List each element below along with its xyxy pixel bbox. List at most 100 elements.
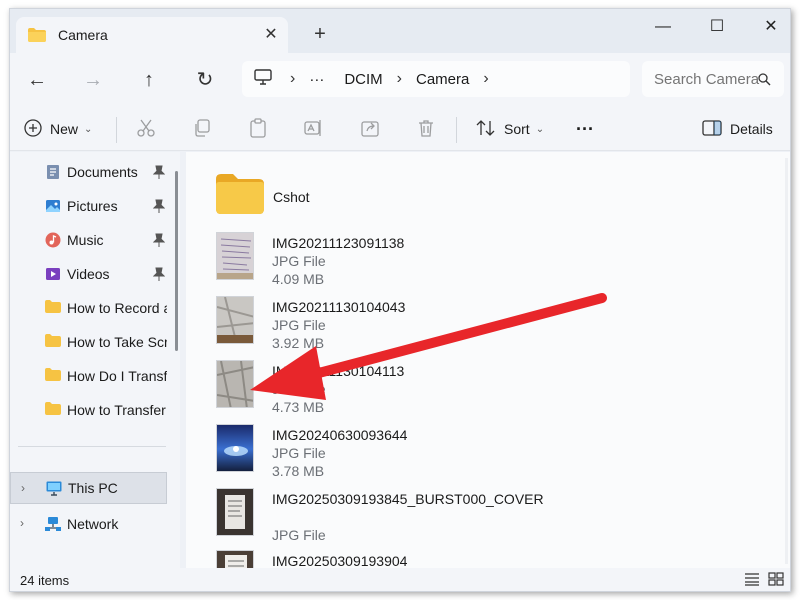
- sidebar-item-folder[interactable]: How to Record a: [10, 292, 167, 324]
- back-button[interactable]: ←: [22, 65, 52, 95]
- rename-button[interactable]: [304, 115, 324, 143]
- chevron-right-icon[interactable]: ›: [20, 516, 24, 530]
- new-button[interactable]: New ⌄: [24, 115, 92, 143]
- forward-button[interactable]: →: [78, 65, 108, 95]
- status-bar: 24 items: [10, 568, 790, 591]
- file-name: IMG20211123091138: [272, 235, 405, 251]
- sidebar-scrollbar[interactable]: [175, 171, 178, 351]
- breadcrumb-separator[interactable]: ›: [290, 70, 295, 88]
- folder-icon: [45, 300, 61, 316]
- sidebar-item-label: How Do I Transfe: [67, 368, 167, 384]
- sidebar-item-label: Pictures: [67, 198, 118, 214]
- list-item-folder[interactable]: Cshot: [216, 174, 476, 216]
- sidebar-item-network[interactable]: › Network: [10, 508, 167, 540]
- maximize-button[interactable]: ☐: [694, 13, 740, 41]
- videos-icon: [45, 266, 61, 282]
- breadcrumb-camera[interactable]: Camera: [416, 71, 469, 88]
- list-item-file[interactable]: IMG20211130104113 JPG File 4.73 MB: [216, 360, 476, 416]
- content-scrollbar[interactable]: [785, 158, 788, 564]
- sidebar-item-label: Documents: [67, 164, 138, 180]
- address-bar[interactable]: › ··· DCIM › Camera ›: [242, 61, 630, 97]
- up-button[interactable]: ↑: [134, 65, 164, 95]
- list-item-file[interactable]: IMG20250309193845_BURST000_COVER JPG Fil…: [216, 488, 544, 544]
- divider: [116, 117, 117, 143]
- sidebar-item-label: How to Take Scre: [67, 334, 167, 350]
- sidebar-item-music[interactable]: Music: [10, 224, 167, 256]
- pictures-icon: [45, 198, 61, 214]
- new-label: New: [50, 121, 79, 137]
- pin-icon: [152, 233, 166, 247]
- details-view-icon[interactable]: [744, 572, 762, 588]
- tab-camera[interactable]: Camera ✕: [16, 17, 288, 53]
- image-thumbnail: [216, 550, 254, 568]
- pin-icon: [152, 267, 166, 281]
- list-item-file[interactable]: IMG20211123091138 JPG File 4.09 MB: [216, 232, 476, 288]
- sort-button[interactable]: Sort ⌄: [476, 115, 544, 143]
- network-icon: [45, 516, 61, 532]
- chevron-right-icon[interactable]: ›: [21, 481, 25, 495]
- trash-icon: [416, 118, 436, 141]
- tab-close-button[interactable]: ✕: [260, 25, 282, 45]
- sidebar-item-pictures[interactable]: Pictures: [10, 190, 167, 222]
- sidebar-item-label: How to Transfer: [67, 402, 166, 418]
- breadcrumb-more[interactable]: ···: [309, 71, 324, 88]
- file-list: Cshot IMG20211123091138 JPG File 4.09 MB…: [186, 152, 790, 568]
- music-icon: [45, 232, 61, 248]
- file-type: JPG File: [272, 445, 326, 461]
- sidebar-item-label: How to Record a: [67, 300, 167, 316]
- plus-circle-icon: [24, 118, 42, 140]
- list-item-file[interactable]: IMG20211130104043 JPG File 3.92 MB: [216, 296, 476, 352]
- more-options-button[interactable]: ···: [576, 115, 594, 143]
- file-type: JPG File: [272, 381, 326, 397]
- command-bar: New ⌄ Sort ⌄ ··· Details: [10, 107, 790, 151]
- file-size: 3.92 MB: [272, 335, 325, 351]
- search-icon[interactable]: [758, 73, 771, 86]
- tiles-view-icon[interactable]: [768, 572, 786, 588]
- sidebar-item-folder[interactable]: How Do I Transfe: [10, 360, 167, 392]
- this-pc-icon: [46, 480, 62, 496]
- image-thumbnail: [216, 488, 254, 536]
- chevron-down-icon: ⌄: [84, 123, 93, 135]
- computer-icon[interactable]: [254, 69, 272, 89]
- minimize-button[interactable]: —: [640, 13, 686, 41]
- list-item-file[interactable]: IMG20250309193904 JPG File: [216, 550, 476, 568]
- file-name: IMG20211130104113: [272, 363, 405, 379]
- image-thumbnail: [216, 424, 254, 472]
- rename-icon: [304, 118, 324, 141]
- file-name: IMG20240630093644: [272, 427, 408, 443]
- file-explorer-window: Camera ✕ + — ☐ ✕ ← → ↑ ↻ › ··· DCIM › Ca…: [9, 8, 791, 592]
- file-size: 3.78 MB: [272, 463, 325, 479]
- breadcrumb-separator[interactable]: ›: [483, 70, 488, 88]
- cut-button[interactable]: [136, 115, 156, 143]
- share-button[interactable]: [360, 115, 380, 143]
- breadcrumb-separator[interactable]: ›: [397, 70, 402, 88]
- details-pane-icon: [702, 119, 722, 139]
- scissors-icon: [136, 118, 156, 141]
- paste-button[interactable]: [248, 115, 268, 143]
- sort-icon: [476, 119, 496, 140]
- file-size: 4.73 MB: [272, 399, 325, 415]
- breadcrumb-dcim[interactable]: DCIM: [344, 71, 382, 88]
- file-name: IMG20250309193845_BURST000_COVER: [272, 491, 544, 507]
- documents-icon: [45, 164, 61, 180]
- sidebar-item-folder[interactable]: How to Take Scre: [10, 326, 167, 358]
- sidebar-item-folder[interactable]: How to Transfer: [10, 394, 167, 426]
- tab-title: Camera: [58, 27, 108, 43]
- close-window-button[interactable]: ✕: [748, 13, 790, 41]
- sidebar-item-videos[interactable]: Videos: [10, 258, 167, 290]
- image-thumbnail: [216, 232, 254, 280]
- file-size: 4.09 MB: [272, 271, 325, 287]
- delete-button[interactable]: [416, 115, 436, 143]
- copy-icon: [192, 118, 212, 141]
- refresh-button[interactable]: ↻: [190, 65, 220, 95]
- folder-icon: [45, 368, 61, 384]
- sidebar-item-documents[interactable]: Documents: [10, 156, 167, 188]
- image-thumbnail: [216, 296, 254, 344]
- copy-button[interactable]: [192, 115, 212, 143]
- list-item-file[interactable]: IMG20240630093644 JPG File 3.78 MB: [216, 424, 476, 480]
- file-name: Cshot: [273, 189, 310, 205]
- details-button[interactable]: Details: [702, 115, 773, 143]
- new-tab-button[interactable]: +: [308, 23, 332, 47]
- sidebar-item-this-pc[interactable]: › This PC: [10, 472, 167, 504]
- item-count: 24 items: [20, 573, 70, 588]
